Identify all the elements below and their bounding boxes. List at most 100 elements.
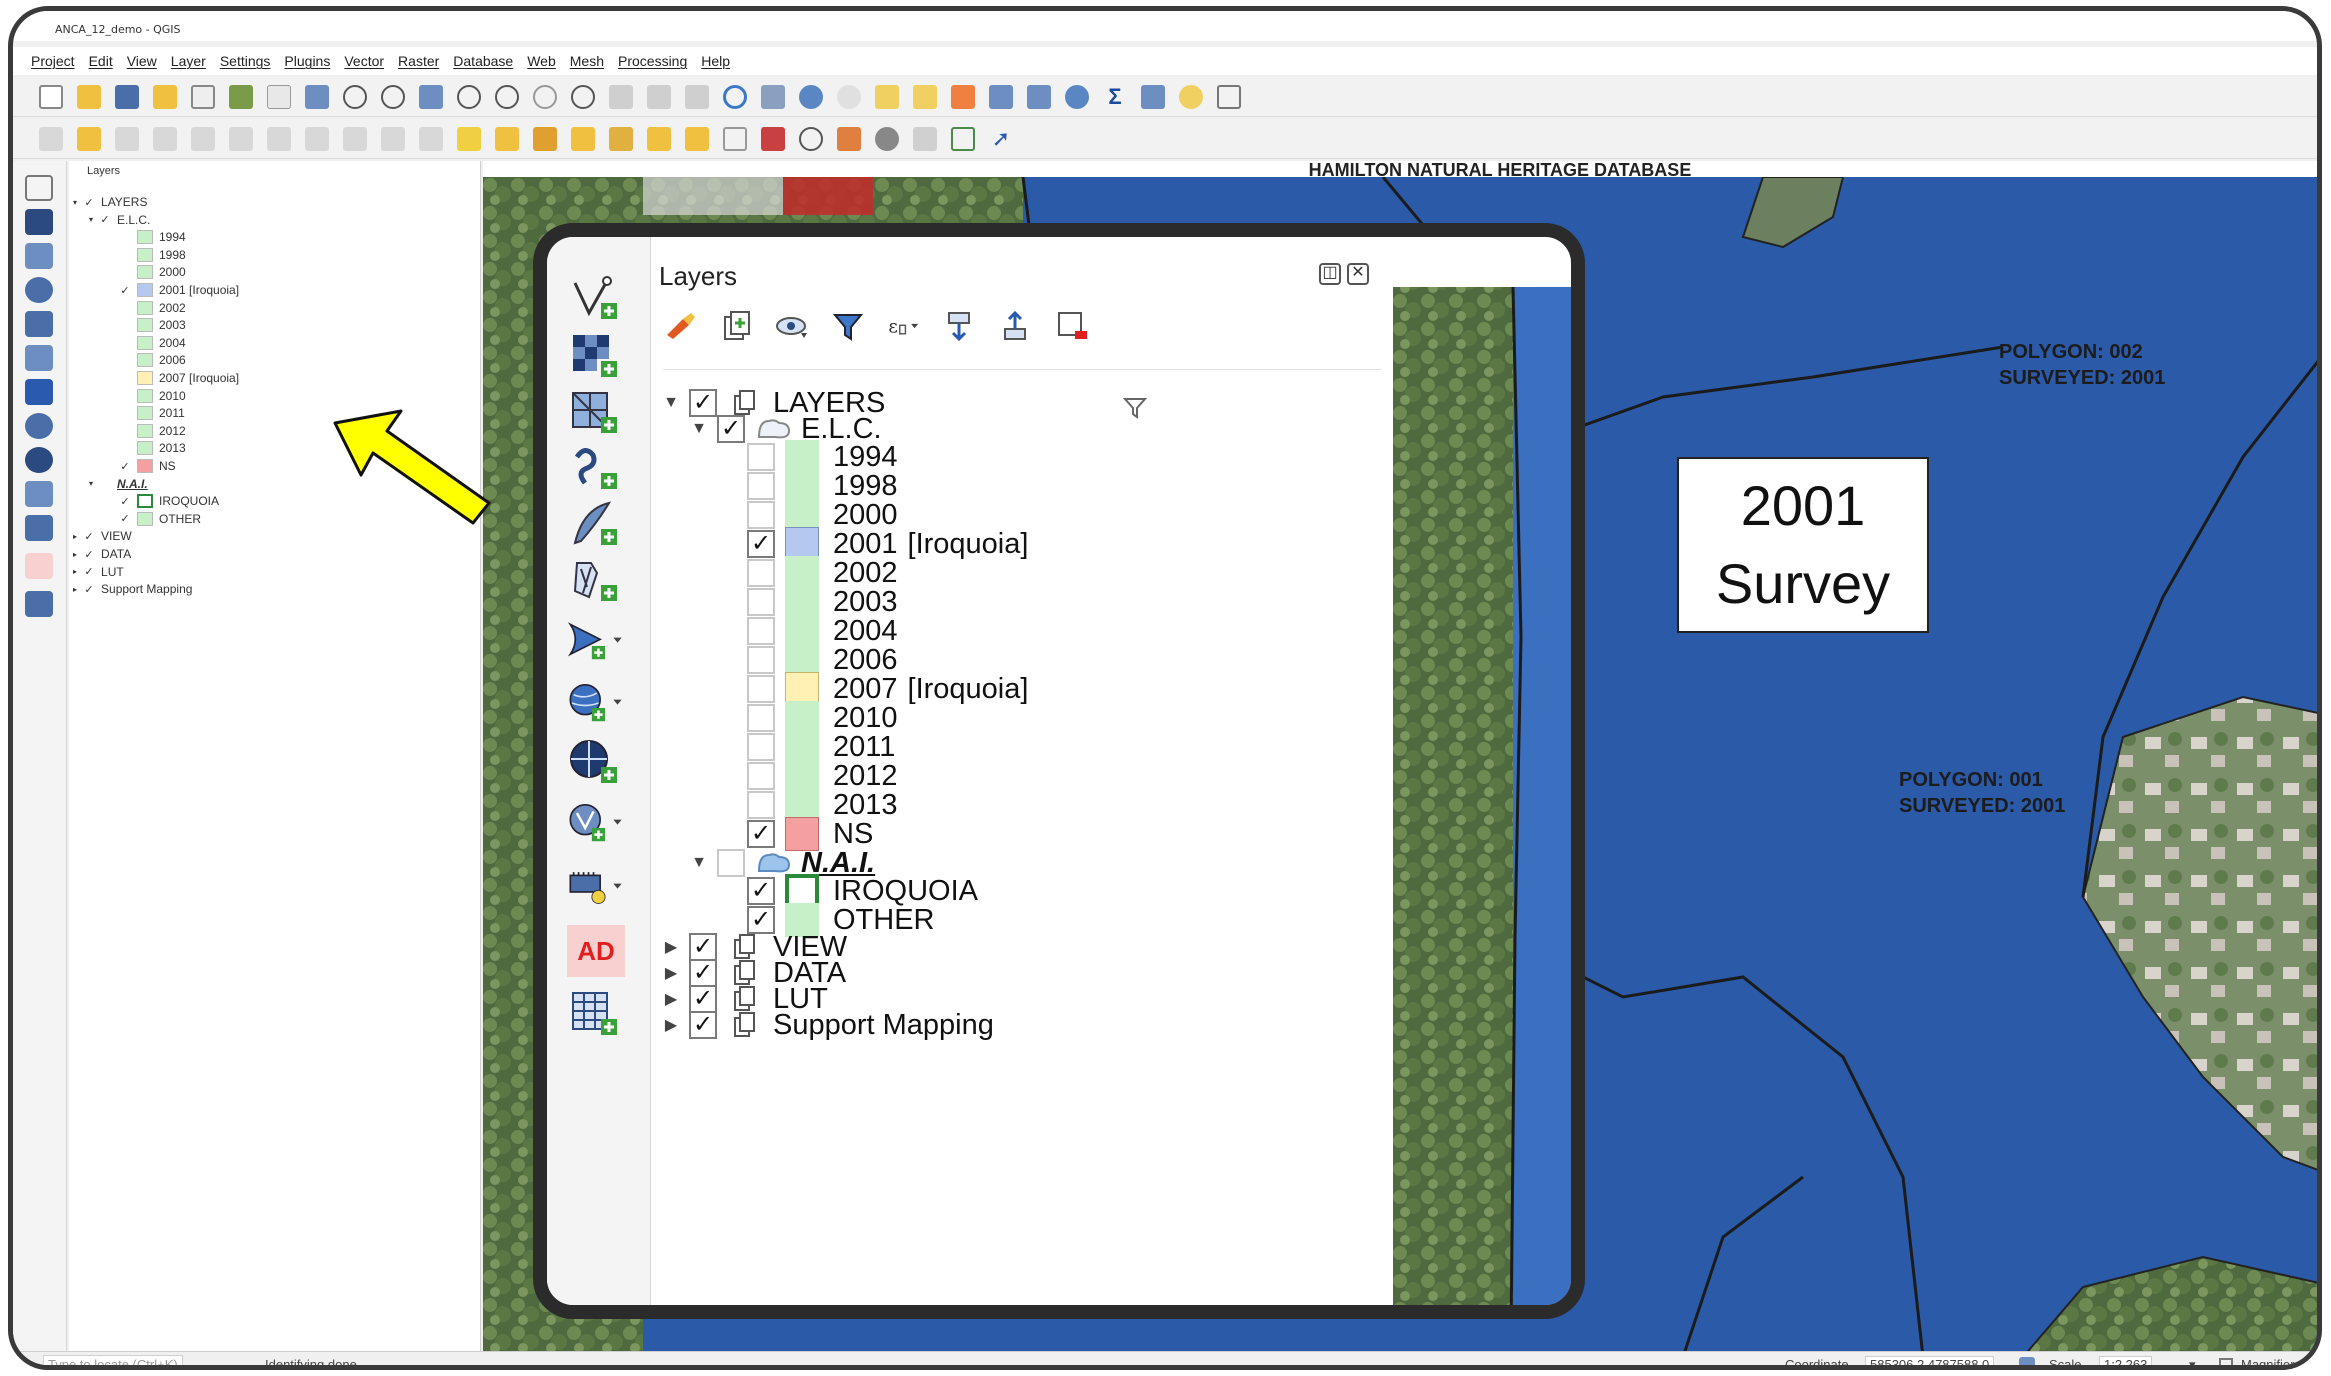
select-features-icon[interactable] [875,84,899,109]
chevron-right-icon[interactable]: ▸ [73,532,77,541]
rocket-icon[interactable]: ➚ [989,126,1013,151]
menu-processing[interactable]: Processing [618,53,687,69]
small-tree-row[interactable]: 2006 [119,351,186,369]
filter-expression-icon[interactable]: ε [887,309,921,343]
label-pin-icon[interactable] [495,126,519,151]
small-checkbox[interactable]: ✓ [83,565,95,578]
small-tree-row[interactable]: 2004 [119,334,186,352]
field-calculator-icon[interactable] [1027,84,1051,109]
undo-icon[interactable] [381,126,405,151]
actions-icon[interactable] [837,84,861,109]
new-project-icon[interactable] [39,84,63,109]
vertex-tool-icon[interactable] [191,126,215,151]
add-postgis-icon[interactable] [25,379,53,405]
toggle-editing-icon[interactable] [77,126,101,151]
menu-vector[interactable]: Vector [344,53,384,69]
small-tree-row[interactable]: ▸ ✓ VIEW [73,527,132,545]
inset-add-mesh-icon[interactable] [567,387,625,439]
copy-features-icon[interactable] [305,126,329,151]
chevron-down-icon[interactable]: ▾ [2189,1357,2196,1366]
small-tree-row[interactable]: 2000 [119,263,186,281]
checkbox-elc[interactable]: ✓ [717,415,745,443]
small-tree-row[interactable]: ✓ 2001 [Iroquoia] [119,281,239,299]
collapse-all-icon[interactable] [999,309,1033,343]
inset-add-vector-icon[interactable] [567,273,625,325]
checkbox-support-mapping[interactable]: ✓ [689,1011,717,1039]
small-tree-row[interactable]: ▾ N.A.I. [89,475,148,493]
save-as-icon[interactable] [153,84,177,109]
plugin-a-icon[interactable] [723,126,747,151]
expand-all-icon[interactable] [943,309,977,343]
chevron-down-icon[interactable]: ▾ [73,198,77,207]
add-mesh-icon[interactable] [25,243,53,269]
current-edits-icon[interactable] [39,126,63,151]
label-show-hide-icon[interactable] [685,126,709,151]
pan-to-selection-icon[interactable] [305,84,329,109]
add-group-icon[interactable] [719,309,753,343]
style-layer-icon[interactable] [663,309,697,343]
menu-help[interactable]: Help [701,53,730,69]
add-wfs-icon[interactable] [25,447,53,473]
zoom-layer-icon[interactable] [495,84,519,109]
chevron-down-icon[interactable]: ▾ [89,479,93,488]
small-tree-row[interactable]: ✓ OTHER [119,510,201,528]
menu-edit[interactable]: Edit [89,53,113,69]
remove-layer-icon[interactable] [1055,309,1089,343]
redo-icon[interactable] [419,126,443,151]
small-checkbox[interactable]: ✓ [83,548,95,561]
checkbox-nai[interactable] [717,849,745,877]
menu-raster[interactable]: Raster [398,53,439,69]
small-checkbox[interactable]: ✓ [119,284,131,297]
menu-plugins[interactable]: Plugins [284,53,330,69]
filter-legend-icon[interactable] [831,309,865,343]
paste-features-icon[interactable] [343,126,367,151]
zoom-next-icon[interactable] [609,84,633,109]
add-wms-icon[interactable] [25,413,53,439]
lock-icon[interactable] [2219,1357,2233,1365]
identify-icon[interactable] [799,84,823,109]
chevron-right-icon[interactable]: ▸ [73,585,77,594]
new-table-icon[interactable] [25,591,53,617]
label-highlight-icon[interactable] [533,126,557,151]
inset-ad-plugin-button[interactable]: AD [567,925,625,977]
plugin-b-icon[interactable] [761,126,785,151]
small-tree-row[interactable]: ▸ ✓ DATA [73,545,131,563]
scale-field[interactable]: 1:2,263 [2099,1356,2153,1365]
menu-project[interactable]: Project [31,53,75,69]
text-annotation-icon[interactable] [1217,84,1241,109]
inset-add-wms-icon[interactable] [567,677,625,729]
add-spatialite-icon[interactable] [25,345,53,371]
tree-row-support-mapping[interactable]: ▶ ✓ Support Mapping [663,1004,994,1046]
plugin-f-icon[interactable] [913,126,937,151]
chevron-right-icon[interactable]: ▸ [73,567,77,576]
plugin-c-icon[interactable] [799,126,823,151]
zoom-out-icon[interactable] [381,84,405,109]
add-vector-icon[interactable] [25,175,53,201]
small-tree-row[interactable]: ▾ ✓ E.L.C. [89,211,150,229]
add-virtual-layer-icon[interactable] [25,481,53,507]
open-project-icon[interactable] [77,84,101,109]
small-checkbox[interactable]: ✓ [99,213,111,226]
plugin-e-icon[interactable] [875,126,899,151]
small-tree-row[interactable]: 2003 [119,316,186,334]
add-delimited-text-icon[interactable] [25,277,53,303]
small-tree-row[interactable]: 2013 [119,439,186,457]
add-geopackage-icon[interactable] [25,311,53,337]
small-tree-row[interactable]: ▸ ✓ Support Mapping [73,580,192,598]
chevron-down-icon[interactable]: ▼ [691,854,707,872]
inset-add-wcs-icon[interactable] [567,615,625,667]
zoom-selection-icon[interactable] [457,84,481,109]
processing-toolbox-icon[interactable] [1065,84,1089,109]
add-feature-icon[interactable] [153,126,177,151]
small-tree-row[interactable]: 2012 [119,422,186,440]
close-panel-icon[interactable]: ✕ [1347,263,1369,285]
inset-new-table-icon[interactable] [567,989,625,1041]
save-edits-icon[interactable] [115,126,139,151]
statistical-summary-icon[interactable]: Σ [1103,84,1127,109]
locate-input[interactable]: Type to locate (Ctrl+K) [43,1355,183,1365]
menu-layer[interactable]: Layer [171,53,206,69]
chevron-down-icon[interactable]: ▼ [663,394,679,412]
pan-hand-icon[interactable] [267,84,291,109]
cut-features-icon[interactable] [267,126,291,151]
visibility-eye-icon[interactable] [775,309,809,343]
